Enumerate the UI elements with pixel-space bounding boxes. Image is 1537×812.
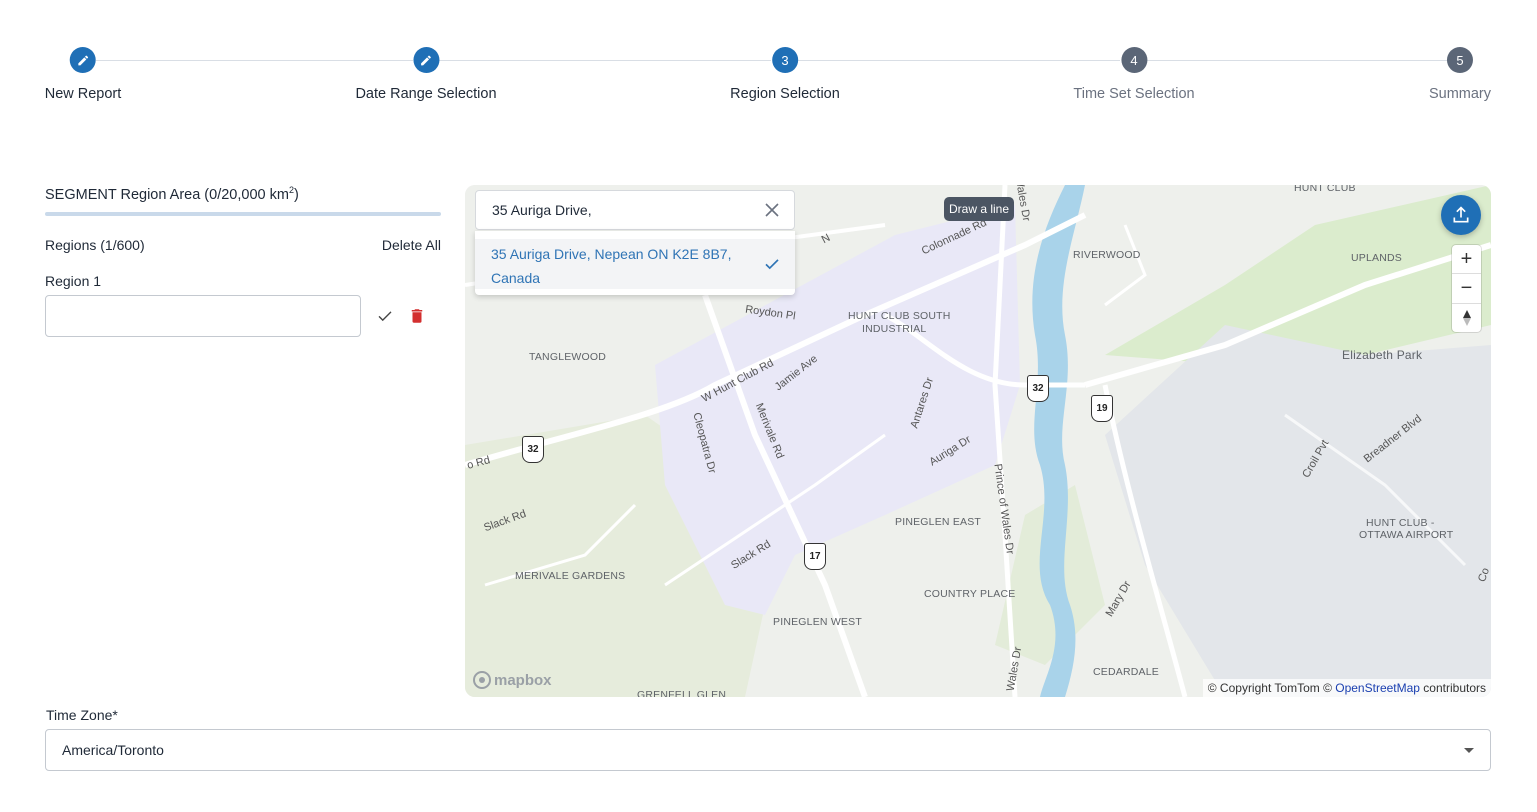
- delete-all-button[interactable]: Delete All: [382, 237, 441, 253]
- step-number: 3: [771, 47, 798, 73]
- region-map[interactable]: HUNT CLUB RIVERWOOD UPLANDS HUNT CLUB SO…: [465, 185, 1491, 697]
- place-label: TANGLEWOOD: [529, 351, 607, 363]
- time-zone-value: America/Toronto: [62, 742, 164, 758]
- zoom-in-button[interactable]: +: [1452, 245, 1481, 275]
- step-label: Region Selection: [730, 86, 840, 102]
- search-suggestion[interactable]: 35 Auriga Drive, Nepean ON K2E 8B7, Cana…: [475, 231, 795, 295]
- regions-panel: SEGMENT Region Area (0/20,000 km2) Regio…: [45, 185, 441, 337]
- step-label: Time Set Selection: [1073, 86, 1195, 102]
- step-label: Date Range Selection: [355, 86, 497, 102]
- place-label: HUNT CLUB -: [1366, 517, 1435, 529]
- trash-icon: [411, 309, 423, 323]
- region-name-label: Region 1: [45, 273, 102, 289]
- segment-area-progress-bar: [45, 212, 441, 216]
- place-label: PINEGLEN EAST: [895, 516, 982, 528]
- segment-area-title: SEGMENT Region Area (0/20,000 km2): [45, 185, 299, 203]
- close-icon: [765, 203, 779, 217]
- place-label: UPLANDS: [1351, 252, 1402, 264]
- place-label: RIVERWOOD: [1073, 249, 1141, 261]
- draw-line-tooltip: Draw a line: [944, 197, 1015, 221]
- step-connector: [798, 60, 1120, 61]
- regions-count: Regions (1/600): [45, 237, 145, 253]
- step-label: New Report: [44, 86, 122, 102]
- step-number: 4: [1121, 47, 1147, 73]
- clear-search-button[interactable]: [760, 198, 784, 222]
- step-new-report[interactable]: New Report: [44, 47, 122, 102]
- step-date-range[interactable]: Date Range Selection: [355, 47, 497, 102]
- upload-icon: [1453, 206, 1469, 223]
- progress-stepper: New Report Date Range Selection 3 Region…: [0, 0, 1537, 130]
- zoom-out-button[interactable]: −: [1452, 274, 1481, 304]
- place-label: Elizabeth Park: [1342, 348, 1423, 362]
- step-time-set: 4 Time Set Selection: [1073, 47, 1195, 102]
- place-label: COUNTRY PLACE: [924, 588, 1016, 600]
- highway-shield: 32: [1027, 375, 1049, 402]
- time-zone-select[interactable]: America/Toronto: [45, 729, 1491, 771]
- mapbox-logo: mapbox: [473, 671, 552, 689]
- step-region-selection[interactable]: 3 Region Selection: [730, 47, 840, 102]
- place-label: INDUSTRIAL: [862, 323, 927, 335]
- edit-icon: [70, 47, 96, 73]
- openstreetmap-link[interactable]: OpenStreetMap: [1335, 681, 1420, 695]
- place-label: HUNT CLUB SOUTH: [848, 310, 951, 322]
- address-search-box: [475, 190, 795, 230]
- step-summary: 5 Summary: [1429, 47, 1491, 102]
- dropdown-arrow-icon: [1464, 748, 1474, 753]
- time-zone-label: Time Zone*: [46, 707, 118, 723]
- place-label: PINEGLEN WEST: [773, 616, 862, 628]
- compass-button[interactable]: [1452, 304, 1481, 332]
- address-search-input[interactable]: [492, 202, 760, 218]
- upload-button[interactable]: [1441, 195, 1481, 235]
- highway-shield: 32: [522, 436, 544, 463]
- edit-icon: [412, 47, 439, 73]
- place-label: CEDARDALE: [1093, 666, 1159, 678]
- check-icon: [763, 255, 781, 278]
- map-attribution: © Copyright TomTom © OpenStreetMap contr…: [1202, 679, 1491, 697]
- place-label: GRENFELL GLEN: [637, 689, 727, 697]
- highway-shield: 19: [1091, 395, 1113, 422]
- map-zoom-controls: + −: [1452, 245, 1481, 332]
- step-label: Summary: [1428, 86, 1492, 102]
- step-number: 5: [1446, 47, 1473, 73]
- region-name-input[interactable]: [45, 295, 361, 337]
- compass-icon: [1462, 309, 1471, 326]
- place-label: HUNT CLUB: [1294, 185, 1356, 194]
- check-icon: [378, 311, 392, 322]
- place-label: MERIVALE GARDENS: [515, 570, 626, 582]
- delete-region-button[interactable]: [405, 304, 429, 328]
- mapbox-icon: [473, 671, 491, 689]
- place-label: OTTAWA AIRPORT: [1359, 529, 1454, 541]
- suggestion-text: 35 Auriga Drive, Nepean ON K2E 8B7, Cana…: [491, 246, 732, 286]
- highway-shield: 17: [804, 543, 826, 570]
- confirm-region-button[interactable]: [373, 304, 397, 328]
